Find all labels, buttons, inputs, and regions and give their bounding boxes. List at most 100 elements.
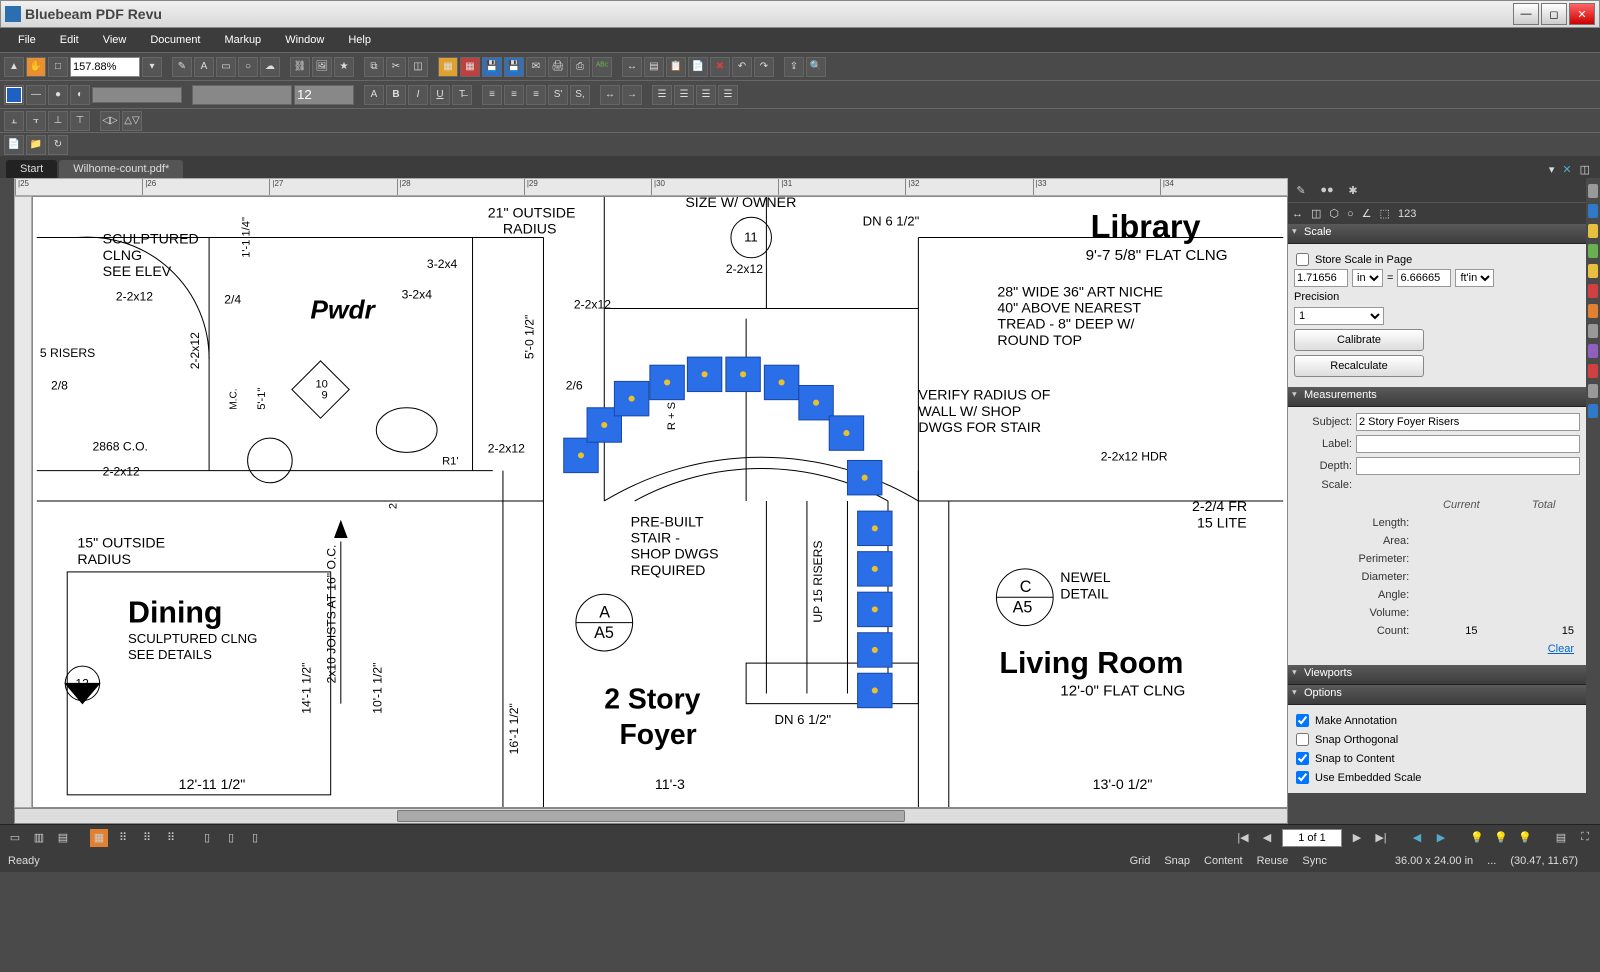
clear-link[interactable]: Clear: [1548, 643, 1574, 655]
line-style[interactable]: —: [26, 85, 46, 105]
section-measurements[interactable]: Measurements: [1288, 387, 1586, 407]
panel-tab-tool[interactable]: ✎: [1292, 181, 1310, 199]
font-size[interactable]: [294, 85, 354, 105]
rstrip-10[interactable]: [1588, 364, 1598, 378]
pan-tool[interactable]: ✋: [26, 57, 46, 77]
menu-file[interactable]: File: [6, 30, 48, 50]
list4[interactable]: ☰: [718, 85, 738, 105]
al4[interactable]: ⊤: [70, 111, 90, 131]
close-button[interactable]: ✕: [1569, 3, 1595, 25]
dim-tool[interactable]: ↔: [622, 57, 642, 77]
cloud-tool[interactable]: ☁: [260, 57, 280, 77]
opt-embedded-scale[interactable]: [1296, 771, 1309, 784]
fwd-nav[interactable]: ▶: [1432, 829, 1450, 847]
new-doc[interactable]: ▦: [438, 57, 458, 77]
menu-window[interactable]: Window: [273, 30, 336, 50]
scale-b-input[interactable]: [1397, 269, 1451, 287]
font-color[interactable]: A: [364, 85, 384, 105]
scale-a-input[interactable]: [1294, 269, 1348, 287]
panel-tab-more[interactable]: ●●: [1318, 181, 1336, 199]
fill-color[interactable]: ●: [48, 85, 68, 105]
tab-start[interactable]: Start: [6, 160, 57, 178]
list3[interactable]: ☰: [696, 85, 716, 105]
bold[interactable]: B: [386, 85, 406, 105]
strikeout[interactable]: T̶: [452, 85, 472, 105]
next-page[interactable]: ▶: [1348, 829, 1366, 847]
search-icon[interactable]: 🔍: [806, 57, 826, 77]
precision-select[interactable]: 1: [1294, 307, 1384, 325]
pointer-tool[interactable]: ▲: [4, 57, 24, 77]
save-doc[interactable]: 💾: [482, 57, 502, 77]
panel-tab-settings[interactable]: ✱: [1344, 181, 1362, 199]
bulb3[interactable]: 💡: [1516, 829, 1534, 847]
count-markers[interactable]: [564, 357, 892, 708]
prev-page[interactable]: ◀: [1258, 829, 1276, 847]
scan-doc[interactable]: ⎙: [570, 57, 590, 77]
first-page[interactable]: |◀: [1234, 829, 1252, 847]
menu-view[interactable]: View: [91, 30, 139, 50]
open-doc[interactable]: ▦: [460, 57, 480, 77]
store-scale-check[interactable]: [1296, 253, 1309, 266]
opacity[interactable]: ◐: [70, 85, 90, 105]
delete-icon[interactable]: ✖: [710, 57, 730, 77]
status-reuse[interactable]: Reuse: [1257, 855, 1289, 867]
view-side[interactable]: ⠿: [138, 829, 156, 847]
depth-input[interactable]: [1356, 457, 1580, 475]
split-v[interactable]: ▤: [54, 829, 72, 847]
view-cont[interactable]: ⠿: [114, 829, 132, 847]
rstrip-7[interactable]: [1588, 304, 1598, 318]
menu-edit[interactable]: Edit: [48, 30, 91, 50]
bulb2[interactable]: 💡: [1492, 829, 1510, 847]
view-single[interactable]: ▦: [90, 829, 108, 847]
tab-detach[interactable]: ◫: [1576, 161, 1594, 178]
select-tool[interactable]: □: [48, 57, 68, 77]
status-grid[interactable]: Grid: [1130, 855, 1151, 867]
view-page3[interactable]: ▯: [246, 829, 264, 847]
minimize-button[interactable]: —: [1513, 3, 1539, 25]
align-right[interactable]: ≡: [526, 85, 546, 105]
calibrate-button[interactable]: Calibrate: [1294, 329, 1424, 351]
page-input[interactable]: [1282, 829, 1342, 847]
tab-dropdown[interactable]: ▾: [1545, 161, 1559, 178]
undo-icon[interactable]: ↶: [732, 57, 752, 77]
sub[interactable]: S,: [570, 85, 590, 105]
rstrip-6[interactable]: [1588, 284, 1598, 298]
menu-document[interactable]: Document: [138, 30, 212, 50]
rect-tool[interactable]: ▭: [216, 57, 236, 77]
link-tool[interactable]: ⛓: [290, 57, 310, 77]
zoom-input[interactable]: [70, 57, 140, 77]
last-page[interactable]: ▶|: [1372, 829, 1390, 847]
subject-input[interactable]: [1356, 413, 1580, 431]
stamp-tool[interactable]: ★: [334, 57, 354, 77]
perim-tool[interactable]: ○: [1347, 208, 1354, 220]
section-scale[interactable]: Scale: [1288, 224, 1586, 244]
al1[interactable]: ⫠: [4, 111, 24, 131]
rstrip-12[interactable]: [1588, 404, 1598, 418]
rstrip-11[interactable]: [1588, 384, 1598, 398]
export-icon[interactable]: ⇪: [784, 57, 804, 77]
zoom-dropdown[interactable]: ▾: [142, 57, 162, 77]
menu-markup[interactable]: Markup: [213, 30, 274, 50]
angle-tool[interactable]: ∠: [1362, 207, 1372, 220]
snip-tool[interactable]: ◫: [408, 57, 428, 77]
scale-a-unit[interactable]: in: [1352, 269, 1383, 287]
menu-more[interactable]: ▤: [1552, 829, 1570, 847]
underline[interactable]: U: [430, 85, 450, 105]
canvas-scroll[interactable]: [14, 808, 1288, 824]
save-as[interactable]: 💾: [504, 57, 524, 77]
list2[interactable]: ☰: [674, 85, 694, 105]
split-h[interactable]: ▥: [30, 829, 48, 847]
doc-folder[interactable]: 📁: [26, 135, 46, 155]
rstrip-3[interactable]: [1588, 224, 1598, 238]
line-color[interactable]: [4, 85, 24, 105]
text-tool[interactable]: A: [194, 57, 214, 77]
rstrip-2[interactable]: [1588, 204, 1598, 218]
split-none[interactable]: ▭: [6, 829, 24, 847]
poly-tool[interactable]: ⬡: [1329, 207, 1339, 220]
al3[interactable]: ⊥: [48, 111, 68, 131]
align-left[interactable]: ≡: [482, 85, 502, 105]
opacity-slider[interactable]: [92, 87, 182, 103]
opt-snap-content[interactable]: [1296, 752, 1309, 765]
maximize-button[interactable]: ◻: [1541, 3, 1567, 25]
tab-close[interactable]: ✕: [1558, 161, 1575, 178]
